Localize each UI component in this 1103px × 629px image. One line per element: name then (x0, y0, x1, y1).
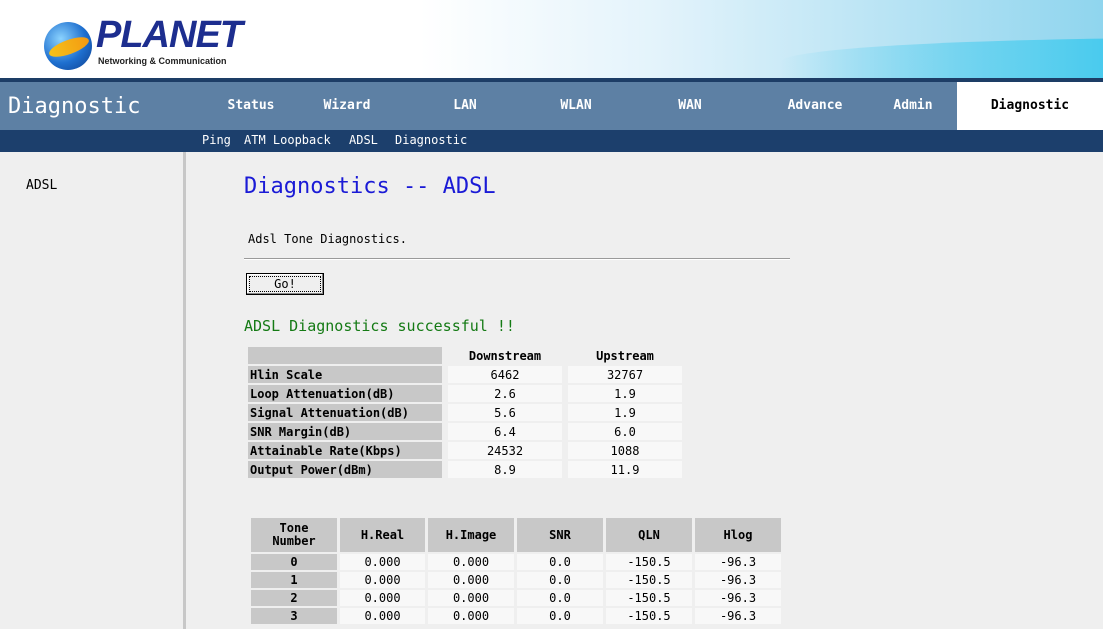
tone-cell-h-image: 0.000 (428, 572, 514, 588)
tone-cell-h-real: 0.000 (340, 590, 425, 606)
tone-cell-qln: -150.5 (606, 590, 692, 606)
tone-cell-qln: -150.5 (606, 572, 692, 588)
tone-cell-h-real: 0.000 (340, 608, 425, 624)
planet-logo[interactable]: PLANET Networking & Communication (44, 10, 244, 70)
tone-cell-snr: 0.0 (517, 608, 603, 624)
globe-icon (44, 22, 92, 70)
tone-cell-hlog: -96.3 (695, 608, 781, 624)
sidebar: ADSL (0, 152, 186, 629)
stats-row-label: Signal Attenuation(dB) (248, 404, 442, 421)
page-description: Adsl Tone Diagnostics. (248, 232, 407, 246)
status-message: ADSL Diagnostics successful !! (244, 317, 515, 335)
tone-cell-snr: 0.0 (517, 572, 603, 588)
main-nav: Diagnostic Status Wizard LAN WLAN WAN Ad… (0, 78, 1103, 130)
tone-cell-h-real: 0.000 (340, 554, 425, 570)
tone-row: 0 0.000 0.000 0.0 -150.5 -96.3 (251, 554, 781, 570)
tone-cell-qln: -150.5 (606, 608, 692, 624)
header-banner: PLANET Networking & Communication (0, 0, 1103, 78)
stats-row: Output Power(dBm) 8.9 11.9 (248, 461, 682, 478)
tone-row: 3 0.000 0.000 0.0 -150.5 -96.3 (251, 608, 781, 624)
sidebar-item-adsl[interactable]: ADSL (26, 178, 57, 193)
stats-row-downstream: 6.4 (448, 423, 562, 440)
tone-cell-h-image: 0.000 (428, 608, 514, 624)
tab-lan[interactable]: LAN (420, 82, 510, 130)
stats-header-downstream: Downstream (468, 348, 542, 363)
sub-link-diagnostic[interactable]: Diagnostic (395, 133, 467, 147)
tone-header-tone-number: Tone Number (251, 518, 337, 552)
stats-row-upstream: 11.9 (568, 461, 682, 478)
tone-cell-hlog: -96.3 (695, 554, 781, 570)
stats-row: Signal Attenuation(dB) 5.6 1.9 (248, 404, 682, 421)
stats-header-upstream: Upstream (596, 348, 654, 363)
stats-header-row: Downstream Upstream (248, 347, 682, 364)
stats-row-upstream: 6.0 (568, 423, 682, 440)
tab-wizard[interactable]: Wizard (302, 82, 392, 130)
stats-row-upstream: 1.9 (568, 404, 682, 421)
tone-cell-tone-number: 1 (251, 572, 337, 588)
stats-row: Loop Attenuation(dB) 2.6 1.9 (248, 385, 682, 402)
main-content: Diagnostics -- ADSL Adsl Tone Diagnostic… (190, 152, 1103, 629)
stats-row-downstream: 6462 (448, 366, 562, 383)
sub-link-adsl[interactable]: ADSL (349, 133, 378, 147)
adsl-stats-table: Downstream Upstream Hlin Scale 6462 32767 L… (248, 345, 682, 480)
logo-brand: PLANET (96, 14, 243, 56)
stats-row: Attainable Rate(Kbps) 24532 1088 (248, 442, 682, 459)
tone-header-snr: SNR (517, 518, 603, 552)
stats-row-upstream: 32767 (568, 366, 682, 383)
page-title: Diagnostics -- ADSL (244, 174, 496, 199)
stats-row-label: Loop Attenuation(dB) (248, 385, 442, 402)
stats-row-label: Output Power(dBm) (248, 461, 442, 478)
logo-tagline: Networking & Communication (98, 56, 227, 66)
go-button[interactable]: Go! (246, 273, 324, 295)
tone-cell-hlog: -96.3 (695, 572, 781, 588)
stats-row-label: Attainable Rate(Kbps) (248, 442, 442, 459)
tab-advance[interactable]: Advance (760, 82, 870, 130)
stats-row-upstream: 1088 (568, 442, 682, 459)
tone-cell-tone-number: 0 (251, 554, 337, 570)
tone-cell-snr: 0.0 (517, 590, 603, 606)
sub-link-atm-loopback[interactable]: ATM Loopback (244, 133, 331, 147)
divider (244, 258, 790, 260)
tone-row: 1 0.000 0.000 0.0 -150.5 -96.3 (251, 572, 781, 588)
tone-header-h-image: H.Image (428, 518, 514, 552)
tab-wan[interactable]: WAN (640, 82, 740, 130)
tone-header-row: Tone Number H.Real H.Image SNR QLN Hlog (251, 518, 781, 552)
stats-row-label: SNR Margin(dB) (248, 423, 442, 440)
tab-wlan[interactable]: WLAN (526, 82, 626, 130)
tone-cell-h-image: 0.000 (428, 590, 514, 606)
tone-row: 2 0.000 0.000 0.0 -150.5 -96.3 (251, 590, 781, 606)
stats-row-downstream: 5.6 (448, 404, 562, 421)
tone-cell-h-real: 0.000 (340, 572, 425, 588)
tone-cell-qln: -150.5 (606, 554, 692, 570)
tone-header-tone-number-label: Tone Number (272, 521, 316, 548)
tone-header-hlog: Hlog (695, 518, 781, 552)
tone-header-h-real: H.Real (340, 518, 425, 552)
tab-diagnostic[interactable]: Diagnostic (957, 82, 1103, 130)
stats-row: Hlin Scale 6462 32767 (248, 366, 682, 383)
stats-row-downstream: 24532 (448, 442, 562, 459)
tab-status[interactable]: Status (200, 82, 302, 130)
stats-header-blank (248, 347, 442, 364)
tone-cell-h-image: 0.000 (428, 554, 514, 570)
stats-row-downstream: 8.9 (448, 461, 562, 478)
stats-row-upstream: 1.9 (568, 385, 682, 402)
stats-row-label: Hlin Scale (248, 366, 442, 383)
tone-cell-hlog: -96.3 (695, 590, 781, 606)
tone-cell-tone-number: 3 (251, 608, 337, 624)
tone-header-qln: QLN (606, 518, 692, 552)
stats-row: SNR Margin(dB) 6.4 6.0 (248, 423, 682, 440)
sub-link-ping[interactable]: Ping (202, 133, 231, 147)
tone-cell-tone-number: 2 (251, 590, 337, 606)
sub-nav: Ping ATM Loopback ADSL Diagnostic (0, 130, 1103, 152)
tone-cell-snr: 0.0 (517, 554, 603, 570)
section-title: Diagnostic (8, 94, 141, 119)
tone-table: Tone Number H.Real H.Image SNR QLN Hlog … (248, 516, 784, 626)
tab-admin[interactable]: Admin (870, 82, 956, 130)
stats-row-downstream: 2.6 (448, 385, 562, 402)
